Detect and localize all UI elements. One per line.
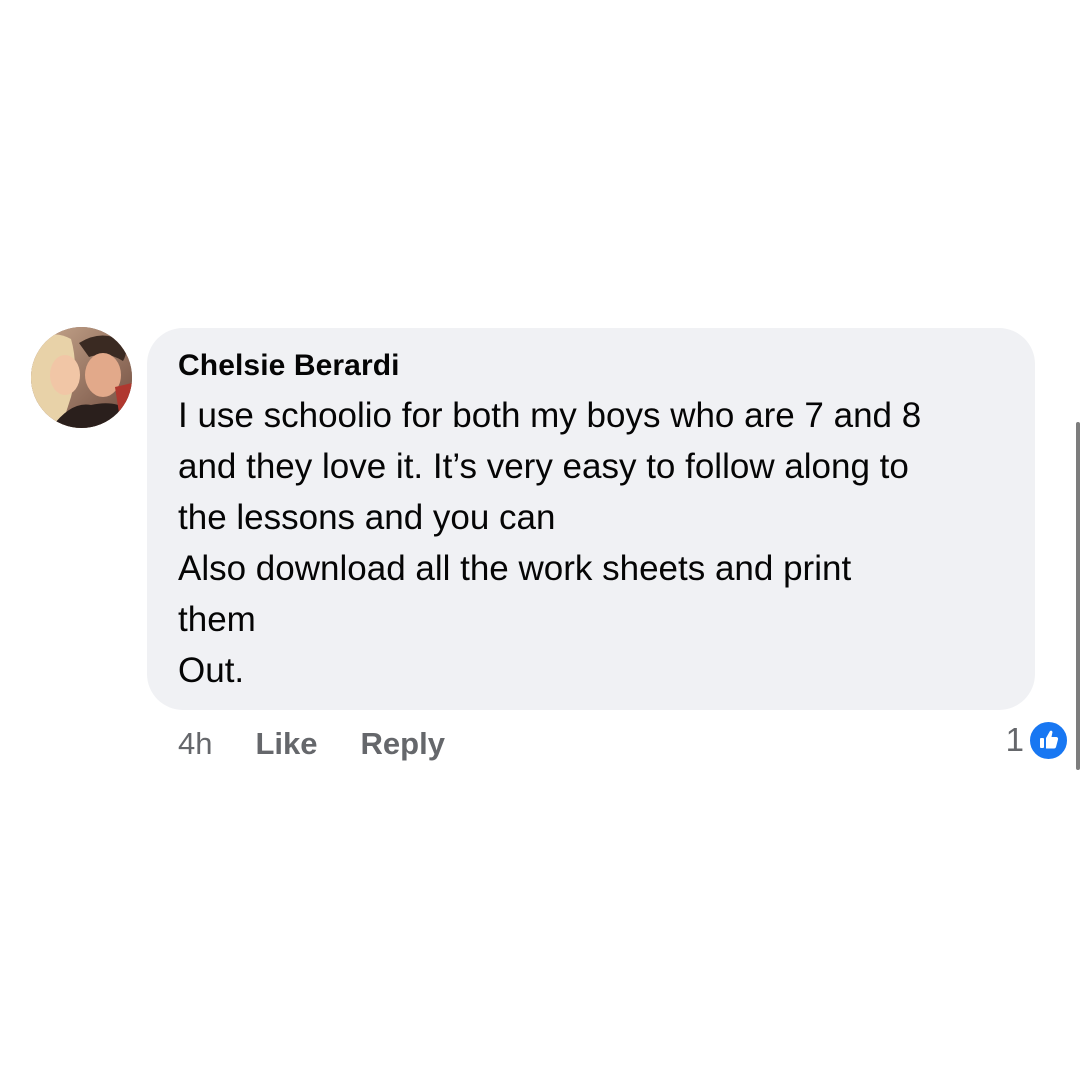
comment-bubble: Chelsie Berardi I use schoolio for both … — [147, 328, 1035, 710]
comment-timestamp[interactable]: 4h — [178, 726, 212, 762]
thumbs-up-icon — [1028, 719, 1069, 761]
comment-line: Also download all the work sheets and pr… — [178, 549, 852, 588]
avatar[interactable] — [31, 327, 132, 428]
reaction-count: 1 — [1005, 721, 1024, 758]
comment-line: them — [178, 600, 256, 639]
author-name[interactable]: Chelsie Berardi — [178, 348, 1005, 384]
reply-button[interactable]: Reply — [361, 726, 445, 762]
comment-actions: 4h Like Reply — [178, 722, 488, 766]
like-button[interactable]: Like — [255, 726, 317, 762]
comment-line: Out. — [178, 651, 245, 690]
comment: Chelsie Berardi I use schoolio for both … — [0, 0, 1080, 1080]
scrollbar[interactable] — [1076, 422, 1080, 770]
comment-line: I use schoolio for both my boys who are … — [178, 396, 922, 435]
comment-line: the lessons and you can — [178, 498, 556, 537]
comment-line: and they love it. It’s very easy to foll… — [178, 447, 909, 486]
reaction-summary[interactable]: 1 — [1006, 718, 1069, 762]
profile-photo-icon — [31, 327, 132, 428]
comment-text: I use schoolio for both my boys who are … — [178, 390, 1005, 696]
